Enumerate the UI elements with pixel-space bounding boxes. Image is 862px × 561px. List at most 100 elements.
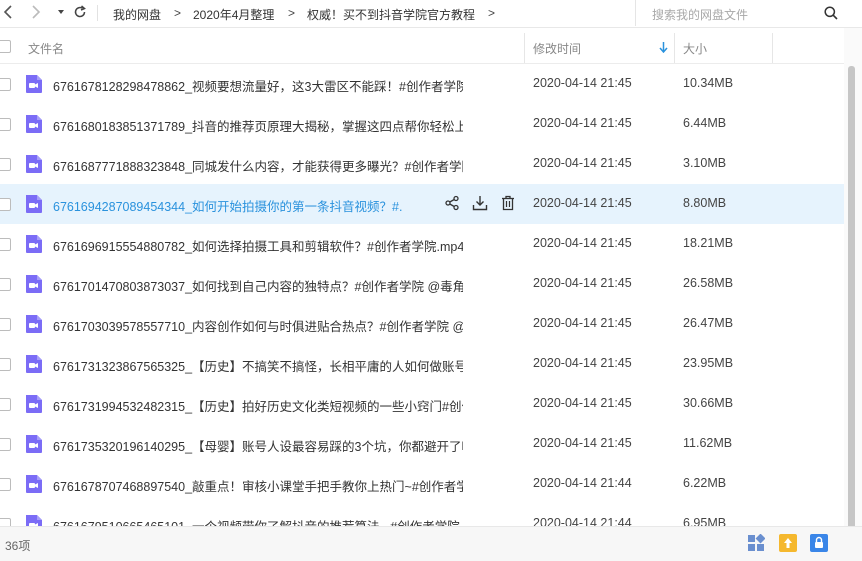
breadcrumb-separator: > [174, 6, 182, 20]
file-modified-time: 2020-04-14 21:45 [533, 116, 632, 130]
top-navigation-bar: 我的网盘 > 2020年4月整理 > 权威！买不到抖音学院官方教程 > 搜索我的… [0, 0, 862, 28]
file-size: 10.34MB [683, 76, 734, 90]
video-file-icon [24, 234, 44, 254]
breadcrumb-separator: > [488, 6, 496, 20]
file-checkbox[interactable] [0, 118, 11, 131]
search-icon[interactable] [824, 6, 838, 20]
file-size: 26.47MB [683, 316, 734, 330]
vertical-scrollbar[interactable] [844, 28, 862, 536]
file-name[interactable]: 6761679510665465101_一个视频带你了解抖音的推荐算法~ #创作… [53, 516, 463, 526]
breadcrumb-my-drive[interactable]: 我的网盘 [113, 6, 161, 23]
file-size: 11.62MB [683, 436, 733, 450]
file-size: 6.44MB [683, 116, 727, 130]
column-header-name[interactable]: 文件名 [28, 40, 64, 57]
file-name[interactable]: 6761694287089454344_如何开始拍摄你的第一条抖音视频？#... [53, 196, 403, 215]
status-bar: 36项 [0, 526, 862, 561]
file-row[interactable]: 6761687771888323848_同城发什么内容，才能获得更多曝光？#创作… [0, 144, 844, 184]
file-checkbox[interactable] [0, 78, 11, 91]
file-modified-time: 2020-04-14 21:44 [533, 476, 632, 490]
lock-icon[interactable] [810, 534, 828, 552]
video-file-icon [24, 314, 44, 334]
file-checkbox[interactable] [0, 358, 11, 371]
scrollbar-thumb[interactable] [848, 66, 855, 536]
file-modified-time: 2020-04-14 21:45 [533, 236, 632, 250]
file-modified-time: 2020-04-14 21:45 [533, 396, 632, 410]
file-name[interactable]: 6761701470803873037_如何找到自己内容的独特点？#创作者学院 … [53, 276, 463, 295]
file-modified-time: 2020-04-14 21:45 [533, 196, 632, 210]
file-checkbox[interactable] [0, 438, 11, 451]
file-row[interactable]: 6761731994532482315_【历史】拍好历史文化类短视频的一些小窍门… [0, 384, 844, 424]
file-row[interactable]: 6761703039578557710_内容创作如何与时俱进贴合热点？#创作者学… [0, 304, 844, 344]
file-name[interactable]: 6761687771888323848_同城发什么内容，才能获得更多曝光？#创作… [53, 156, 463, 175]
file-modified-time: 2020-04-14 21:45 [533, 276, 632, 290]
file-modified-time: 2020-04-14 21:45 [533, 156, 632, 170]
video-file-icon [24, 114, 44, 134]
column-header-modified[interactable]: 修改时间 [533, 40, 581, 57]
file-name[interactable]: 6761696915554880782_如何选择拍摄工具和剪辑软件？#创作者学院… [53, 236, 463, 255]
file-size: 3.10MB [683, 156, 727, 170]
video-file-icon [24, 514, 44, 526]
video-file-icon [24, 354, 44, 374]
file-size: 6.22MB [683, 476, 727, 490]
file-name[interactable]: 6761678707468897540_敲重点！审核小课堂手把手教你上热门~#创… [53, 476, 463, 495]
share-icon[interactable] [444, 195, 462, 213]
column-divider[interactable] [674, 33, 675, 63]
video-file-icon [24, 434, 44, 454]
column-divider[interactable] [772, 33, 773, 63]
refresh-icon[interactable] [72, 4, 88, 22]
file-name[interactable]: 6761680183851371789_抖音的推荐页原理大揭秘，掌握这四点帮你轻… [53, 116, 463, 135]
file-row[interactable]: 6761731323867565325_【历史】不搞笑不搞怪，长相平庸的人如何做… [0, 344, 844, 384]
forward-arrow-icon[interactable] [30, 4, 42, 22]
file-checkbox[interactable] [0, 198, 11, 211]
video-file-icon [24, 194, 44, 214]
file-name[interactable]: 6761703039578557710_内容创作如何与时俱进贴合热点？#创作者学… [53, 316, 463, 335]
delete-icon[interactable] [500, 195, 518, 213]
divider [97, 5, 98, 21]
file-row[interactable]: 6761701470803873037_如何找到自己内容的独特点？#创作者学院 … [0, 264, 844, 304]
video-file-icon [24, 274, 44, 294]
upload-icon[interactable] [779, 534, 797, 552]
file-row[interactable]: 6761696915554880782_如何选择拍摄工具和剪辑软件？#创作者学院… [0, 224, 844, 264]
file-modified-time: 2020-04-14 21:45 [533, 76, 632, 90]
file-checkbox[interactable] [0, 278, 11, 291]
file-row[interactable]: 6761678128298478862_视频要想流量好，这3大雷区不能踩！#创作… [0, 64, 844, 104]
file-row[interactable]: 6761735320196140295_【母婴】账号人设最容易踩的3个坑，你都避… [0, 424, 844, 464]
column-divider[interactable] [524, 33, 525, 63]
file-name[interactable]: 6761735320196140295_【母婴】账号人设最容易踩的3个坑，你都避… [53, 436, 463, 455]
file-checkbox[interactable] [0, 478, 11, 491]
file-size: 6.95MB [683, 516, 727, 526]
file-checkbox[interactable] [0, 158, 11, 171]
column-header-size[interactable]: 大小 [683, 40, 707, 57]
file-checkbox[interactable] [0, 238, 11, 251]
video-file-icon [24, 154, 44, 174]
file-name[interactable]: 6761678128298478862_视频要想流量好，这3大雷区不能踩！#创作… [53, 76, 463, 95]
breadcrumb-folder-2020-04[interactable]: 2020年4月整理 [193, 6, 274, 23]
file-row[interactable]: 6761678707468897540_敲重点！审核小课堂手把手教你上热门~#创… [0, 464, 844, 504]
file-name[interactable]: 6761731994532482315_【历史】拍好历史文化类短视频的一些小窍门… [53, 396, 463, 415]
file-name[interactable]: 6761731323867565325_【历史】不搞笑不搞怪，长相平庸的人如何做… [53, 356, 463, 375]
view-mode-icon[interactable] [747, 533, 766, 552]
search-box[interactable]: 搜索我的网盘文件 [635, 0, 846, 26]
file-checkbox[interactable] [0, 318, 11, 331]
video-file-icon [24, 474, 44, 494]
back-arrow-icon[interactable] [2, 4, 14, 22]
file-checkbox[interactable] [0, 518, 11, 526]
file-row-selected[interactable]: 6761694287089454344_如何开始拍摄你的第一条抖音视频？#...… [0, 184, 844, 224]
select-all-checkbox[interactable] [0, 40, 11, 53]
file-size: 8.80MB [683, 196, 727, 210]
file-row[interactable]: 6761680183851371789_抖音的推荐页原理大揭秘，掌握这四点帮你轻… [0, 104, 844, 144]
download-icon[interactable] [472, 195, 490, 213]
breadcrumb-separator: > [288, 6, 296, 20]
file-modified-time: 2020-04-14 21:45 [533, 316, 632, 330]
file-list: 6761678128298478862_视频要想流量好，这3大雷区不能踩！#创作… [0, 64, 844, 526]
sort-descending-icon[interactable] [659, 40, 668, 58]
file-list-header: 文件名 修改时间 大小 [0, 28, 844, 64]
file-checkbox[interactable] [0, 398, 11, 411]
file-row[interactable]: 6761679510665465101_一个视频带你了解抖音的推荐算法~ #创作… [0, 504, 844, 526]
file-modified-time: 2020-04-14 21:44 [533, 516, 632, 526]
breadcrumb-current-folder[interactable]: 权威！买不到抖音学院官方教程 [307, 6, 475, 23]
video-file-icon [24, 394, 44, 414]
history-dropdown-icon[interactable] [56, 4, 66, 22]
search-input[interactable]: 搜索我的网盘文件 [652, 6, 748, 23]
file-size: 26.58MB [683, 276, 734, 290]
